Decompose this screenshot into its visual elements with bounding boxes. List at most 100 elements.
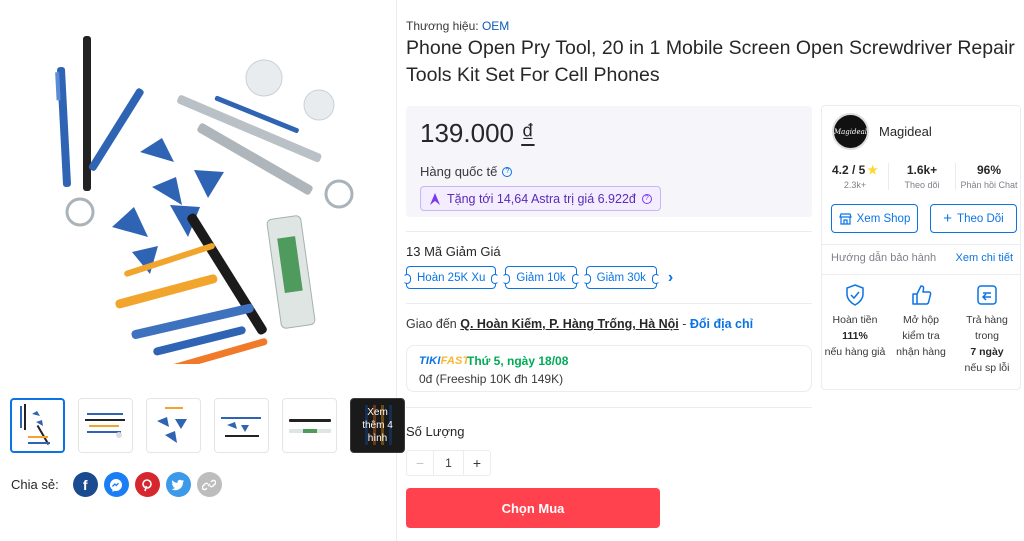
tikifast-logo-part2: FAST (440, 355, 470, 367)
quantity-label: Số Lượng (406, 424, 465, 439)
warranty-link[interactable]: Xem chi tiết (956, 252, 1013, 264)
divider (822, 274, 1020, 275)
delivery-fee: 0đ (Freeship 10K đh 149K) (419, 372, 564, 386)
followers-value: 1.6k+ (906, 163, 938, 177)
divider (406, 407, 812, 408)
rating-value: 4.2 / 5 (831, 163, 866, 177)
return-line3: nếu sp lỗi (964, 362, 1010, 374)
product-main-image[interactable] (12, 12, 386, 364)
seller-header[interactable]: Magideal Magideal (832, 113, 932, 150)
return-line2: trong (975, 330, 999, 342)
return-line1: Trả hàng (966, 314, 1008, 326)
tikifast-logo: TIKIFAST (419, 355, 470, 367)
ship-address[interactable]: Q. Hoàn Kiếm, P. Hàng Trống, Hà Nội (460, 317, 679, 331)
price-currency: ₫ (521, 118, 535, 148)
chevron-right-icon[interactable]: › (668, 269, 673, 287)
seller-stats: 4.2 / 5 ★ 2.3k+ 1.6k+ Theo dõi 96% Phản h… (822, 163, 1022, 190)
delivery-box: TIKIFAST Thứ 5, ngày 18/08 0đ (Freeship … (406, 345, 812, 392)
guarantee-list: Hoàn tiền 111% nếu hàng giả Mở hộp kiểm … (822, 282, 1020, 376)
thumbnail-more[interactable]: Xem thêm 4 hình (350, 398, 405, 453)
seller-response: 96% Phản hồi Chat (956, 163, 1022, 190)
star-icon: ★ (867, 163, 879, 177)
shipping-address-line: Giao đến Q. Hoàn Kiếm, P. Hàng Trống, Hà… (406, 317, 753, 331)
divider (822, 244, 1020, 245)
brand-link[interactable]: OEM (482, 19, 509, 33)
info-icon[interactable]: ? (502, 166, 513, 177)
change-address-link[interactable]: Đổi địa chỉ (690, 317, 753, 331)
view-shop-button[interactable]: Xem Shop (831, 204, 918, 233)
guarantee-refund: Hoàn tiền 111% nếu hàng giả (822, 282, 888, 376)
coupon-list: Hoàn 25K Xu Giảm 10k Giảm 30k › (402, 266, 673, 289)
buy-button[interactable]: Chọn Mua (406, 488, 660, 528)
price: 139.000 ₫ (420, 118, 535, 149)
thumbnail-4-image (221, 417, 261, 437)
inspect-line3: nhận hàng (896, 346, 946, 358)
return-days: 7 ngày (970, 346, 1004, 358)
guarantee-inspect: Mở hộp kiểm tra nhận hàng (888, 282, 954, 376)
warranty-label: Hướng dẫn bảo hành (831, 252, 937, 264)
seller-logo: Magideal (832, 113, 869, 150)
increase-button[interactable]: + (463, 450, 491, 476)
thumbnail-strip: Xem thêm 4 hình (10, 398, 405, 453)
seller-actions: Xem Shop + Theo Dõi (831, 204, 1017, 233)
thumbnail-4[interactable] (214, 398, 269, 453)
quantity-input[interactable]: 1 (434, 450, 463, 476)
price-box: 139.000 ₫ Hàng quốc tế ? Tặng tới 14,64 … (406, 106, 812, 217)
astra-icon (430, 192, 440, 205)
ship-prefix: Giao đến (406, 317, 457, 331)
share-bar: Chia sẻ: f (11, 472, 222, 497)
warranty-row: Hướng dẫn bảo hành Xem chi tiết (831, 252, 1013, 264)
seller-card: Magideal Magideal 4.2 / 5 ★ 2.3k+ 1.6k+ T… (821, 105, 1021, 390)
seller-rating: 4.2 / 5 ★ 2.3k+ (822, 163, 889, 190)
thumbnail-2-image (85, 413, 125, 438)
coupon-tag[interactable]: Giảm 10k (502, 266, 580, 289)
coupon-title: 13 Mã Giảm Giá (406, 244, 501, 259)
ship-dash: - (678, 317, 690, 331)
thumbnail-5-image (289, 419, 331, 433)
guarantee-return: Trả hàng trong 7 ngày nếu sp lỗi (954, 282, 1020, 376)
inspect-line1: Mở hộp (902, 314, 940, 326)
facebook-icon[interactable]: f (72, 472, 98, 497)
astra-reward-badge[interactable]: Tặng tới 14,64 Astra trị giá 6.922đ ? (420, 186, 661, 211)
thumbnail-5[interactable] (282, 398, 337, 453)
coupon-tag[interactable]: Giảm 30k (582, 266, 661, 289)
price-value: 139.000 (420, 118, 514, 148)
thumbnail-1[interactable] (10, 398, 65, 453)
origin-text: Hàng quốc tế (420, 164, 498, 179)
coupon-tag[interactable]: Hoàn 25K Xu (402, 266, 500, 289)
response-value: 96% (976, 163, 1002, 177)
product-title: Phone Open Pry Tool, 20 in 1 Mobile Scre… (406, 37, 1015, 86)
decrease-button[interactable]: − (406, 450, 434, 476)
divider (406, 303, 812, 304)
more-images-label: Xem thêm 4 hình (351, 399, 404, 452)
follow-button[interactable]: + Theo Dõi (930, 204, 1017, 233)
copy-link-icon[interactable] (196, 472, 222, 497)
divider (406, 231, 812, 232)
follow-label: Theo Dõi (957, 212, 1004, 225)
pinterest-icon[interactable] (134, 472, 160, 497)
rating-count: 2.3k+ (843, 180, 867, 190)
product-gallery: Xem thêm 4 hình Chia sẻ: f (0, 0, 405, 541)
plus-icon: + (943, 210, 953, 227)
twitter-icon[interactable] (165, 472, 191, 497)
shield-check-icon (846, 284, 864, 306)
seller-followers: 1.6k+ Theo dõi (889, 163, 956, 190)
return-icon (977, 285, 997, 305)
thumbnail-3[interactable] (146, 398, 201, 453)
origin-label: Hàng quốc tế ? (420, 164, 513, 179)
thumbnail-2[interactable] (78, 398, 133, 453)
messenger-icon[interactable] (103, 472, 129, 497)
seller-name[interactable]: Magideal (879, 124, 932, 139)
followers-label: Theo dõi (904, 180, 940, 190)
refund-line1: Hoàn tiền (832, 314, 878, 326)
share-label: Chia sẻ: (11, 477, 59, 492)
view-shop-label: Xem Shop (856, 212, 911, 225)
brand-label: Thương hiệu: (406, 19, 479, 33)
inspect-line2: kiểm tra (902, 330, 940, 342)
quantity-stepper: − 1 + (406, 450, 491, 476)
refund-percent: 111% (842, 330, 868, 342)
response-label: Phản hồi Chat (960, 180, 1018, 190)
shop-icon (838, 212, 852, 225)
astra-info-icon[interactable]: ? (641, 193, 652, 204)
brand-line: Thương hiệu: OEM (406, 19, 509, 33)
